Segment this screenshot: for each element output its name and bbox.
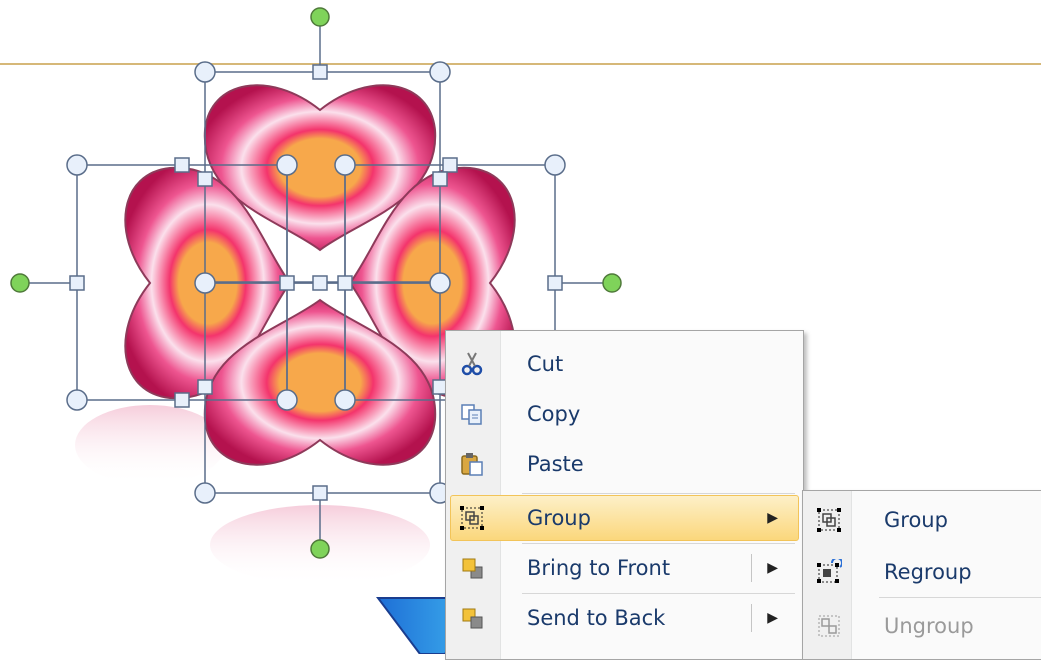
rotate-handle-left — [10, 273, 30, 293]
menu-separator — [522, 593, 795, 594]
submenu-item-regroup[interactable]: Regroup — [807, 549, 1041, 595]
menu-item-copy[interactable]: Copy — [450, 391, 799, 437]
send-to-back-icon — [457, 603, 487, 633]
copy-icon — [457, 399, 487, 429]
menu-item-label: Regroup — [884, 560, 972, 584]
menu-item-send-to-back[interactable]: Send to Back ▶ — [450, 595, 799, 641]
group-icon — [814, 505, 844, 535]
rotate-handle-bottom — [310, 539, 330, 559]
rotate-handle-right — [602, 273, 622, 293]
context-menu: Cut Copy Paste Group ▶ Bring to Front ▶ — [445, 330, 804, 660]
regroup-icon — [814, 557, 844, 587]
menu-separator — [522, 493, 795, 494]
submenu-arrow-icon: ▶ — [767, 510, 778, 526]
submenu-arrow-icon[interactable]: ▶ — [767, 560, 778, 576]
paste-icon — [457, 449, 487, 479]
submenu-item-group[interactable]: Group — [807, 497, 1041, 543]
group-submenu: Group Regroup Ungroup — [802, 490, 1041, 660]
menu-item-label: Cut — [527, 352, 564, 376]
menu-item-label: Ungroup — [884, 614, 974, 638]
menu-separator — [879, 597, 1041, 598]
menu-item-label: Group — [527, 506, 591, 530]
menu-item-bring-to-front[interactable]: Bring to Front ▶ — [450, 545, 799, 591]
split-divider — [751, 604, 752, 632]
menu-item-paste[interactable]: Paste — [450, 441, 799, 487]
submenu-arrow-icon[interactable]: ▶ — [767, 610, 778, 626]
menu-item-label: Bring to Front — [527, 556, 671, 580]
submenu-item-ungroup[interactable]: Ungroup — [807, 603, 1041, 649]
menu-item-label: Group — [884, 508, 948, 532]
menu-separator — [522, 543, 795, 544]
menu-item-group[interactable]: Group ▶ — [450, 495, 799, 541]
bring-to-front-icon — [457, 553, 487, 583]
group-icon — [457, 503, 487, 533]
menu-item-label: Copy — [527, 402, 581, 426]
split-divider — [751, 554, 752, 582]
rotate-handle-top — [310, 7, 330, 27]
menu-item-label: Send to Back — [527, 606, 666, 630]
menu-item-label: Paste — [527, 452, 584, 476]
scissors-icon — [457, 349, 487, 379]
ungroup-icon — [814, 611, 844, 641]
menu-item-cut[interactable]: Cut — [450, 341, 799, 387]
